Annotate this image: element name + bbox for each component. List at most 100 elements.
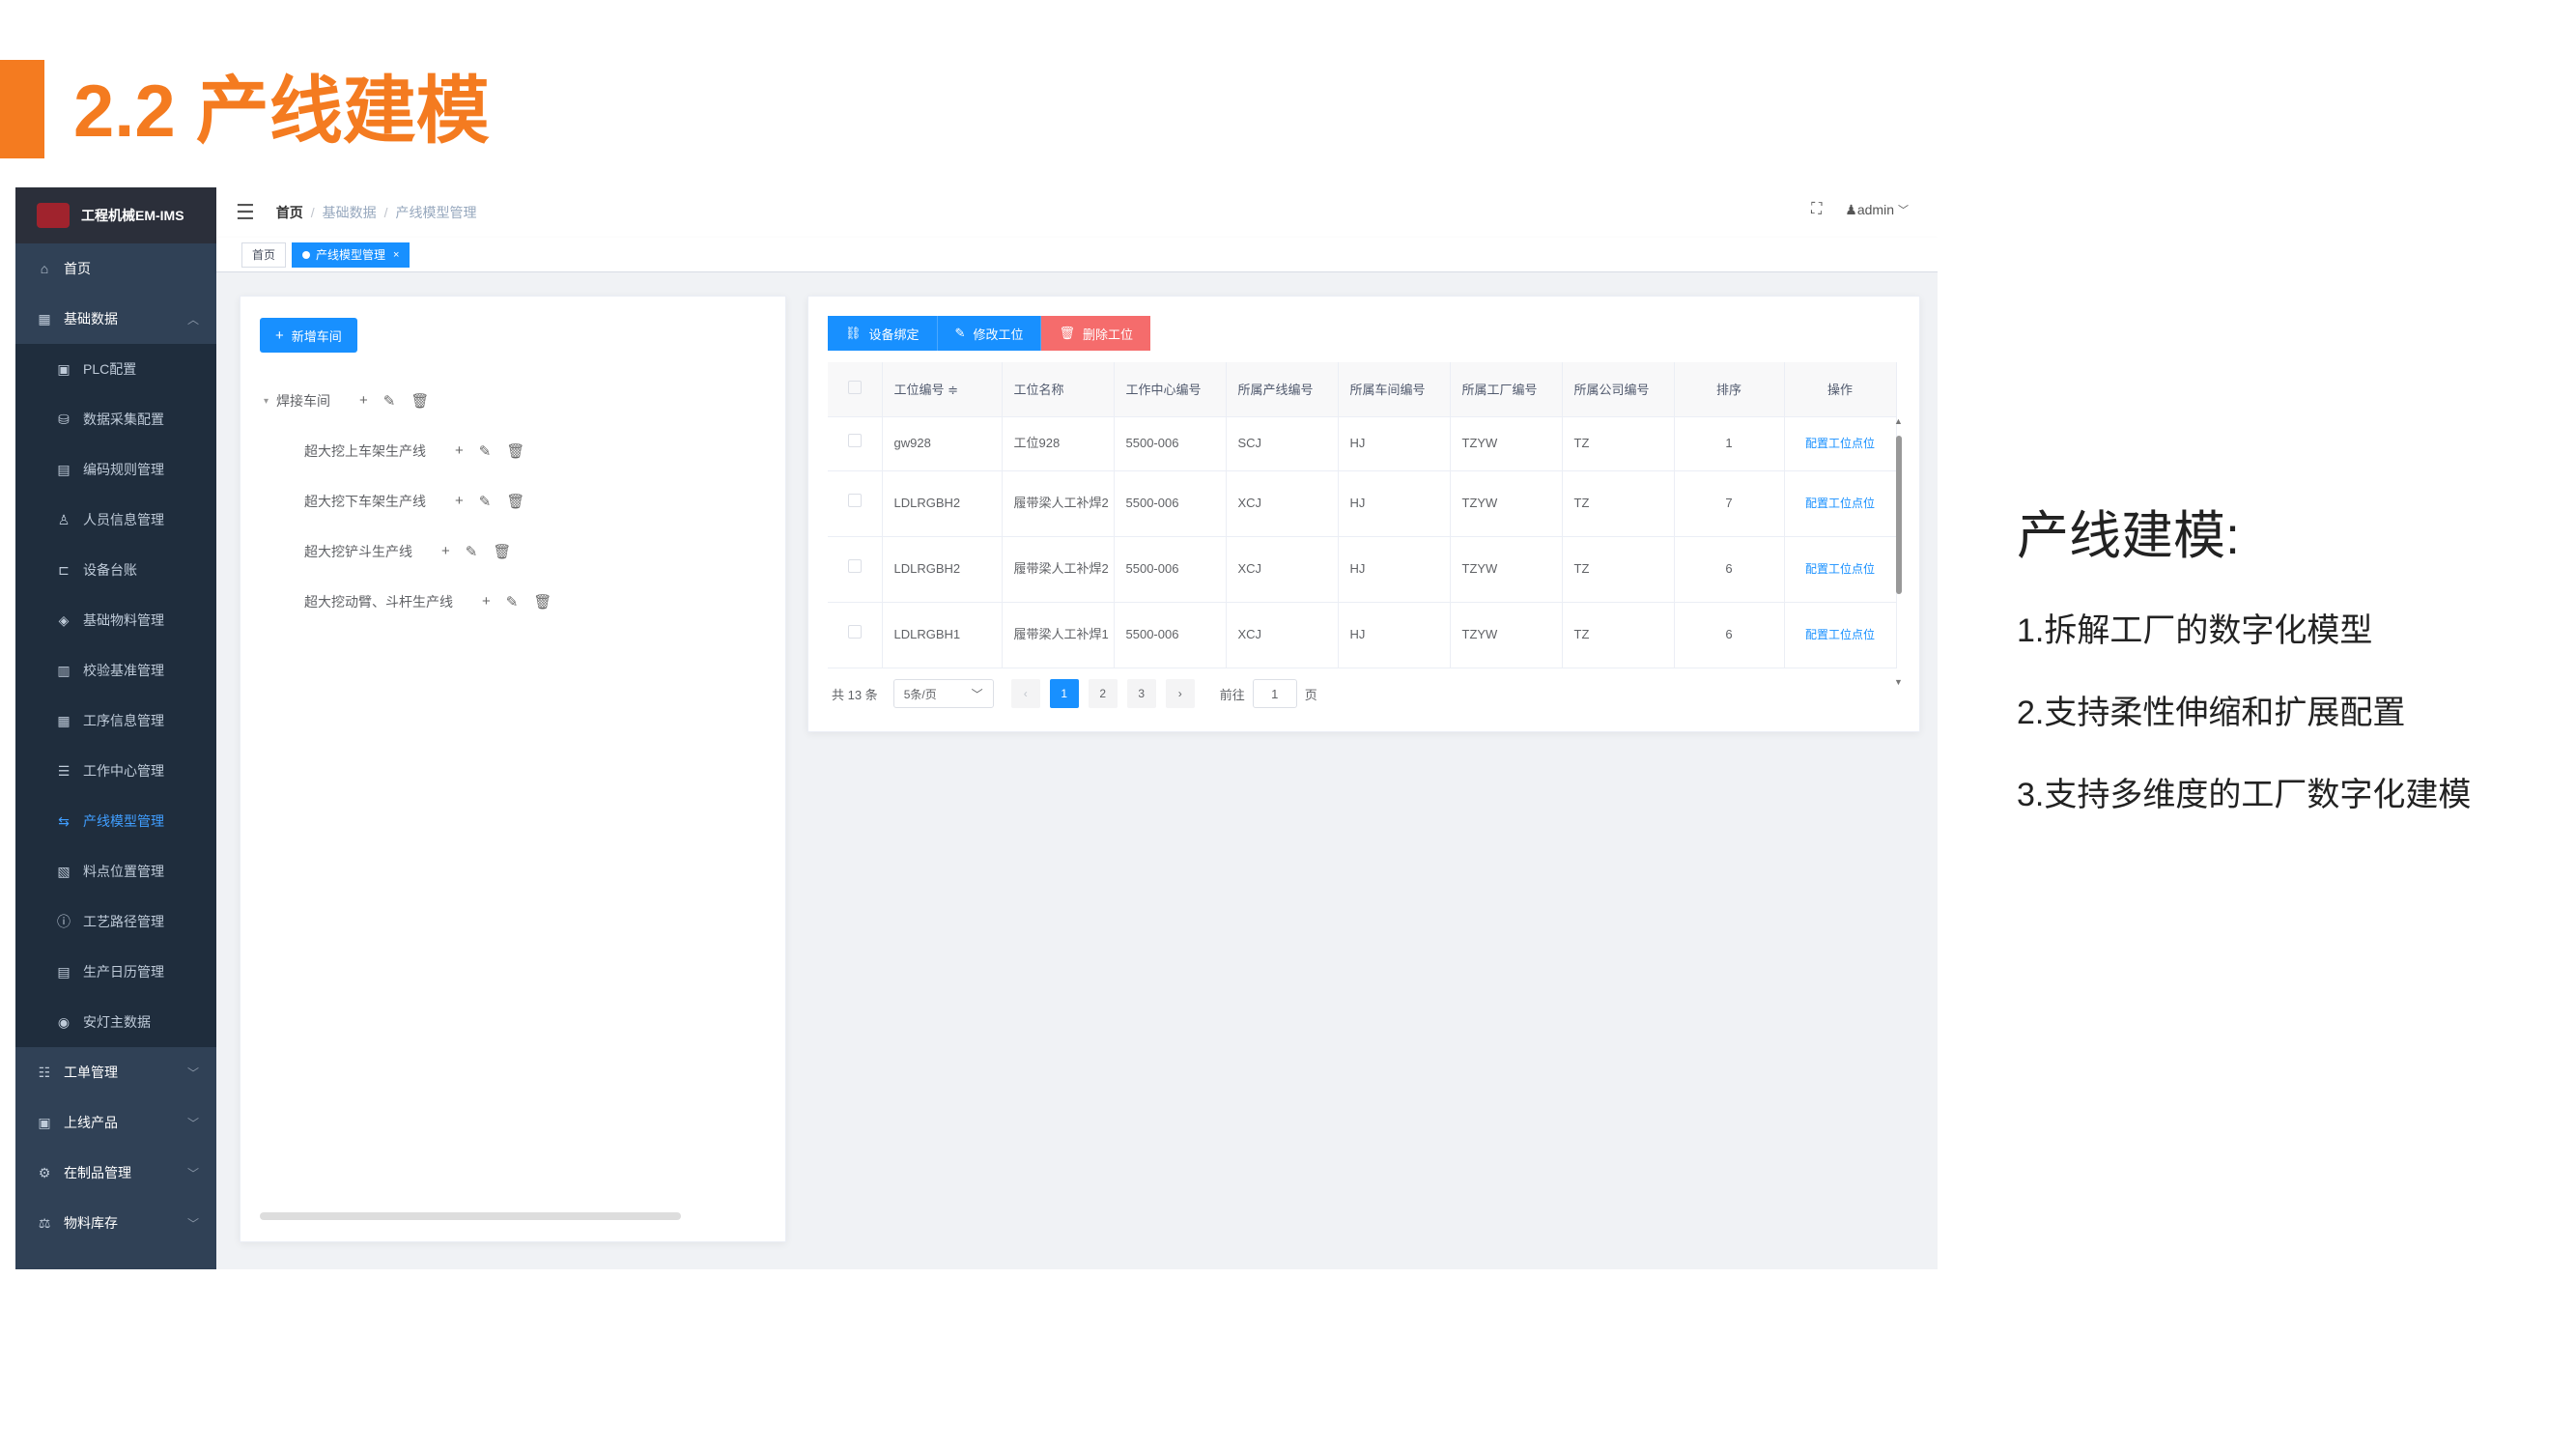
sidebar-item-personnel[interactable]: ♙ 人员信息管理 — [15, 495, 216, 545]
station-table: 工位编号 ≑ 工位名称 工作中心编号 所属产线编号 所属车间编号 所属工厂编号 … — [828, 362, 1897, 668]
process-icon: ▦ — [57, 712, 71, 728]
chevron-down-icon: ﹀ — [971, 687, 983, 701]
sidebar-item-calendar[interactable]: ▤ 生产日历管理 — [15, 947, 216, 997]
plus-icon[interactable]: + — [482, 593, 491, 611]
tree-node-child[interactable]: 超大挖上车架生产线 + ✎ 🗑 — [264, 426, 766, 476]
sidebar-item-basic-data[interactable]: ▦ 基础数据 ︿ — [15, 294, 216, 344]
sidebar-item-process[interactable]: ▦ 工序信息管理 — [15, 696, 216, 746]
scroll-up-icon[interactable]: ▲ — [1894, 416, 1903, 426]
row-checkbox[interactable] — [847, 494, 862, 507]
edit-icon[interactable]: ✎ — [383, 392, 396, 410]
sidebar-item-material[interactable]: ◈ 基础物料管理 — [15, 595, 216, 645]
delete-station-button[interactable]: 🗑 删除工位 — [1041, 316, 1150, 351]
bind-device-button[interactable]: ⛓ 设备绑定 — [828, 316, 938, 351]
delete-icon[interactable]: 🗑 — [506, 442, 524, 460]
delete-icon[interactable]: 🗑 — [533, 593, 552, 611]
sort-icon[interactable]: ≑ — [948, 383, 958, 397]
table-row[interactable]: LDLRGBH2 履带梁人工补焊2 5500-006 XCJ HJ TZYW T… — [828, 470, 1897, 537]
table-cell: HJ — [1338, 416, 1451, 471]
row-checkbox[interactable] — [847, 559, 862, 573]
tree-node-root[interactable]: ▾ 焊接车间 + ✎ 🗑 — [264, 376, 766, 426]
close-icon[interactable]: × — [393, 249, 399, 261]
scroll-down-icon[interactable]: ▼ — [1894, 677, 1903, 687]
title-accent-bar — [0, 60, 44, 158]
sidebar-item-data-collect[interactable]: ⛁ 数据采集配置 — [15, 394, 216, 444]
scrollbar-thumb[interactable] — [1896, 436, 1902, 594]
page-button[interactable]: 1 — [1049, 679, 1079, 708]
chevron-down-icon: ﹀ — [186, 1166, 199, 1180]
plus-icon[interactable]: + — [455, 442, 464, 460]
configure-points-link[interactable]: 配置工位点位 — [1805, 497, 1875, 510]
sidebar-item-plc[interactable]: ▣ PLC配置 — [15, 344, 216, 394]
line-icon: ⇆ — [58, 812, 70, 829]
logo-text: 工程机械EM-IMS — [81, 208, 184, 223]
edit-icon[interactable]: ✎ — [506, 593, 519, 611]
plus-icon[interactable]: + — [441, 543, 450, 560]
goto-page-input[interactable]: 1 — [1252, 679, 1297, 708]
caret-down-icon[interactable]: ▾ — [264, 396, 269, 407]
select-all-cell — [828, 362, 883, 417]
tree-node-child[interactable]: 超大挖下车架生产线 + ✎ 🗑 — [264, 476, 766, 526]
stock-icon: ⚖ — [38, 1214, 51, 1231]
tag-home[interactable]: 首页 — [241, 242, 287, 268]
sidebar-item-label: 首页 — [64, 261, 91, 276]
column-header[interactable]: 工位编号 ≑ — [882, 362, 1003, 417]
page-size-select[interactable]: 5条/页 ﹀ — [892, 679, 994, 708]
tree-node-label: 超大挖铲斗生产线 — [304, 544, 412, 559]
page-button[interactable]: 2 — [1088, 679, 1118, 708]
edit-icon[interactable]: ✎ — [466, 543, 478, 560]
chevron-down-icon[interactable]: ﹀ — [1898, 202, 1909, 217]
tag-line-model[interactable]: 产线模型管理 × — [292, 242, 410, 268]
vertical-scrollbar[interactable]: ▲ ▼ — [1894, 416, 1904, 687]
edit-station-button[interactable]: ✎ 修改工位 — [937, 316, 1042, 351]
row-checkbox[interactable] — [847, 625, 862, 639]
fullscreen-icon[interactable]: ⛶ — [1811, 201, 1822, 218]
sidebar-item-andon[interactable]: ◉ 安灯主数据 — [15, 997, 216, 1047]
app-logo[interactable]: 工程机械EM-IMS — [15, 187, 216, 243]
sidebar: 工程机械EM-IMS ⌂ 首页 ▦ 基础数据 ︿ ▣ PLC配置 ⛁ 数据采集配置 … — [15, 187, 216, 1269]
horizontal-scrollbar[interactable] — [260, 1212, 681, 1220]
plus-icon[interactable]: + — [455, 493, 464, 510]
page-button[interactable]: 3 — [1126, 679, 1156, 708]
feature-item: 2.支持柔性伸缩和扩展配置 — [2017, 695, 2406, 731]
plus-icon[interactable]: + — [359, 392, 368, 410]
sidebar-item-location[interactable]: ▧ 料点位置管理 — [15, 846, 216, 896]
table-row[interactable]: LDLRGBH2 履带梁人工补焊2 5500-006 XCJ HJ TZYW T… — [828, 536, 1897, 603]
configure-points-link[interactable]: 配置工位点位 — [1805, 437, 1875, 450]
delete-icon[interactable]: 🗑 — [410, 392, 429, 410]
sidebar-item-orders[interactable]: ☷ 工单管理 ﹀ — [15, 1047, 216, 1097]
edit-icon[interactable]: ✎ — [479, 493, 492, 510]
menu-toggle-icon[interactable]: ☰ — [236, 200, 255, 225]
delete-icon[interactable]: 🗑 — [493, 543, 511, 560]
sidebar-item-workcenter[interactable]: ☰ 工作中心管理 — [15, 746, 216, 796]
configure-points-link[interactable]: 配置工位点位 — [1805, 628, 1875, 641]
user-name[interactable]: admin — [1857, 202, 1894, 217]
configure-points-link[interactable]: 配置工位点位 — [1805, 562, 1875, 576]
sidebar-item-wip[interactable]: ⚙ 在制品管理 ﹀ — [15, 1148, 216, 1198]
tree-node-child[interactable]: 超大挖铲斗生产线 + ✎ 🗑 — [264, 526, 766, 577]
add-workshop-button[interactable]: + 新增车间 — [260, 318, 357, 353]
edit-icon[interactable]: ✎ — [479, 442, 492, 460]
next-page-button[interactable]: › — [1165, 679, 1195, 708]
row-checkbox[interactable] — [847, 434, 862, 447]
delete-icon[interactable]: 🗑 — [506, 493, 524, 510]
sidebar-item-route[interactable]: ⓘ 工艺路径管理 — [15, 896, 216, 947]
route-icon: ⓘ — [57, 914, 71, 929]
breadcrumb-home[interactable]: 首页 — [276, 203, 303, 222]
sidebar-item-code-rule[interactable]: ▤ 编码规则管理 — [15, 444, 216, 495]
sidebar-item-equipment[interactable]: ⊏ 设备台账 — [15, 545, 216, 595]
breadcrumb-current: 产线模型管理 — [395, 205, 477, 220]
sidebar-item-stock[interactable]: ⚖ 物料库存 ﹀ — [15, 1198, 216, 1248]
table-row[interactable]: gw928 工位928 5500-006 SCJ HJ TZYW TZ 1 配置… — [828, 416, 1897, 471]
sidebar-item-home[interactable]: ⌂ 首页 — [15, 243, 216, 294]
sidebar-item-check-base[interactable]: ▥ 校验基准管理 — [15, 645, 216, 696]
prev-page-button[interactable]: ‹ — [1010, 679, 1040, 708]
tree-node-child[interactable]: 超大挖动臂、斗杆生产线 + ✎ 🗑 — [264, 577, 766, 627]
table-cell: 6 — [1674, 602, 1785, 668]
table-cell: 履带梁人工补焊2 — [1002, 536, 1115, 603]
sidebar-item-line-model[interactable]: ⇆ 产线模型管理 — [15, 796, 216, 846]
sidebar-item-products[interactable]: ▣ 上线产品 ﹀ — [15, 1097, 216, 1148]
table-cell: 履带梁人工补焊1 — [1002, 602, 1115, 668]
table-row[interactable]: LDLRGBH1 履带梁人工补焊1 5500-006 XCJ HJ TZYW T… — [828, 602, 1897, 668]
select-all-checkbox[interactable] — [847, 381, 862, 395]
